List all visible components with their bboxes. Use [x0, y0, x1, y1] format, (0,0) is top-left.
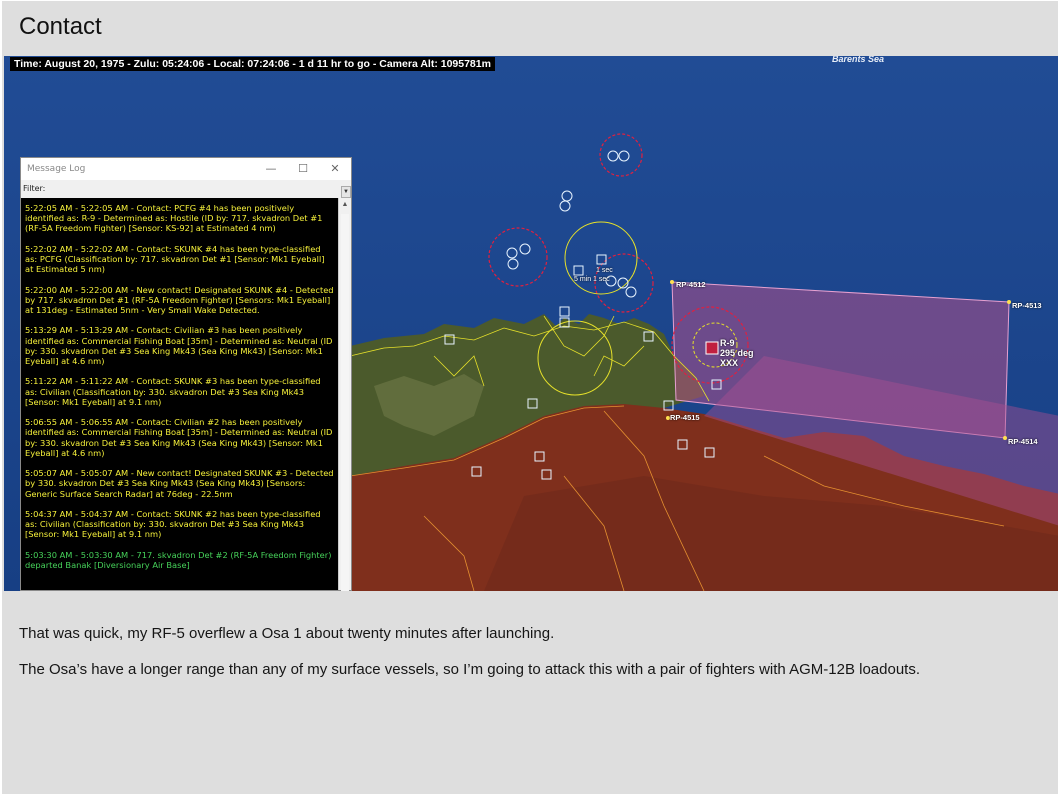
message-entry: 5:03:30 AM - 5:03:30 AM - 717. skvadron … — [25, 549, 332, 570]
minimize-button[interactable]: — — [257, 160, 285, 178]
contact-name-label: R-9 — [720, 338, 735, 348]
scroll-thumb[interactable] — [341, 214, 349, 591]
time-label: 1 sec — [596, 267, 613, 274]
message-entry: 5:05:07 AM - 5:05:07 AM - New contact! D… — [25, 468, 334, 499]
reference-point-label: RP-4513 — [1012, 301, 1042, 310]
message-scrollbar[interactable]: ▲ — [338, 198, 351, 591]
reference-point-label: RP-4514 — [1008, 437, 1038, 446]
scroll-up-icon[interactable]: ▲ — [339, 198, 351, 212]
contact-speed-label: XXX — [720, 358, 739, 368]
message-entry: 5:22:02 AM - 5:22:02 AM - Contact: SKUNK… — [25, 243, 325, 275]
paragraph: The Osa’s have a longer range than any o… — [19, 661, 921, 678]
time-label: 5 min 1 sec — [574, 276, 610, 283]
message-log-window[interactable]: Message Log — ☐ ✕ Filter: ▼ 5:22:05 AM -… — [20, 157, 352, 591]
message-entry: 5:22:00 AM - 5:22:00 AM - New contact! D… — [25, 284, 334, 315]
message-entry: 5:04:37 AM - 5:04:37 AM - Contact: SKUNK… — [25, 508, 321, 540]
game-screenshot: Time: August 20, 1975 - Zulu: 05:24:06 -… — [4, 56, 1058, 591]
maximize-button[interactable]: ☐ — [289, 160, 317, 178]
message-entry: 5:06:55 AM - 5:06:55 AM - Contact: Civil… — [25, 417, 333, 458]
message-entry: 5:13:29 AM - 5:13:29 AM - Contact: Civil… — [25, 325, 333, 366]
sea-label: Barents Sea — [832, 56, 885, 64]
reference-point-label: RP-4515 — [670, 413, 700, 422]
filter-dropdown-icon[interactable]: ▼ — [341, 186, 351, 198]
hostile-contact-marker[interactable] — [705, 341, 719, 355]
message-entry: 5:22:05 AM - 5:22:05 AM - Contact: PCFG … — [25, 203, 323, 234]
message-log-title: Message Log — [27, 164, 86, 174]
paragraph: That was quick, my RF-5 overflew a Osa 1… — [19, 625, 555, 642]
close-button[interactable]: ✕ — [321, 160, 349, 178]
status-bar: Time: August 20, 1975 - Zulu: 05:24:06 -… — [10, 57, 495, 71]
filter-label: Filter: — [23, 184, 46, 193]
page-title: Contact — [19, 13, 102, 40]
filter-bar[interactable]: Filter: ▼ — [21, 180, 351, 198]
message-log-titlebar[interactable]: Message Log — ☐ ✕ — [21, 158, 351, 180]
reference-point-label: RP-4512 — [676, 280, 706, 289]
message-entry: 5:11:22 AM - 5:11:22 AM - Contact: SKUNK… — [25, 376, 321, 407]
contact-bearing-label: 295 deg — [720, 348, 754, 358]
page: Contact Time: August 20, 1975 - Zulu: 05… — [2, 1, 1058, 794]
message-list[interactable]: 5:22:05 AM - 5:22:05 AM - Contact: PCFG … — [21, 198, 339, 590]
